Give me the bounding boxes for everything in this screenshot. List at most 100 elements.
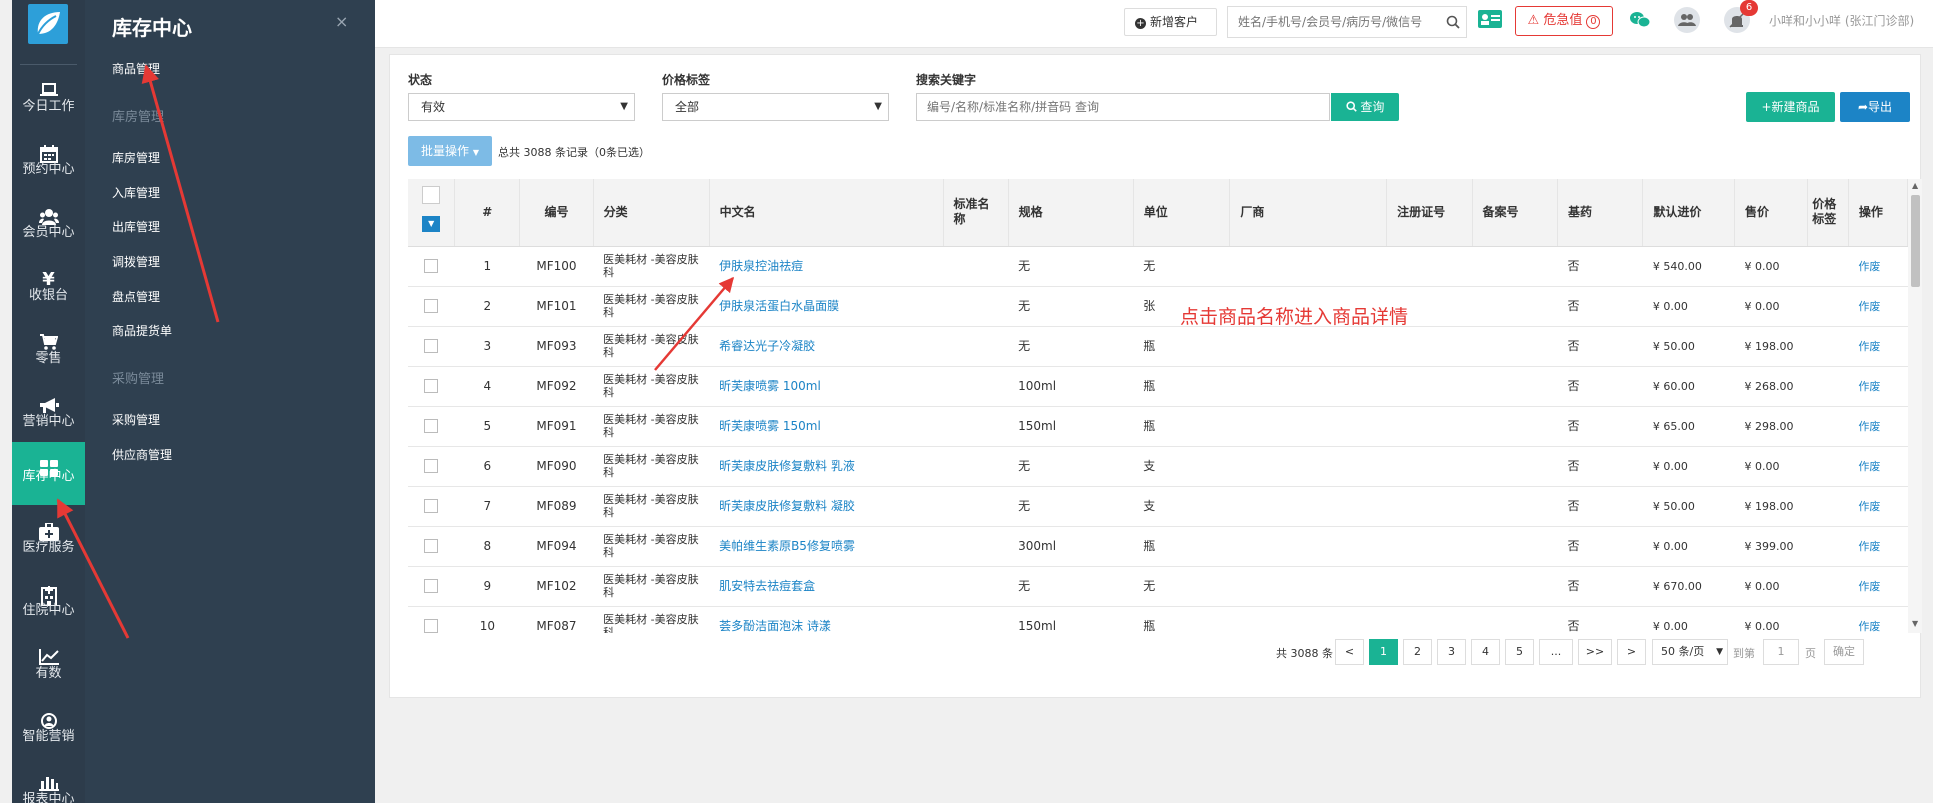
void-link[interactable]: 作废 xyxy=(1848,406,1908,447)
table-row[interactable]: 1 MF100 医美耗材 -美容皮肤科 伊肤泉控油祛痘 无无 否 ¥ 540.00 ¥ 0.0… xyxy=(408,246,1908,287)
export-button[interactable]: ➦导出 xyxy=(1840,92,1910,122)
row-checkbox[interactable] xyxy=(424,419,439,433)
product-name-link[interactable]: 希睿达光子冷凝胶 xyxy=(709,326,944,367)
nav-item-today[interactable]: 今日工作 xyxy=(12,72,85,132)
product-name-link[interactable]: 伊肤泉控油祛痘 xyxy=(709,246,944,287)
page-4-button[interactable]: 4 xyxy=(1471,639,1500,665)
wechat-icon[interactable] xyxy=(1629,10,1655,36)
goto-page-input[interactable]: 1 xyxy=(1763,639,1799,665)
row-checkbox-cell[interactable] xyxy=(408,246,455,287)
nav-item-cashier[interactable]: ¥ 收银台 xyxy=(12,261,85,321)
sub-nav-item-products[interactable]: 商品管理 xyxy=(112,60,160,77)
id-card-icon[interactable] xyxy=(1477,8,1505,36)
query-button[interactable]: 查询 xyxy=(1331,93,1399,121)
sub-nav-item-stocktake[interactable]: 盘点管理 xyxy=(112,288,160,305)
row-checkbox-cell[interactable] xyxy=(408,366,455,407)
nav-item-inventory[interactable]: 库存中心 xyxy=(12,442,85,505)
nav-item-retail[interactable]: 零售 xyxy=(12,324,85,384)
sub-nav-item-warehouse[interactable]: 库房管理 xyxy=(112,149,160,166)
void-link[interactable]: 作废 xyxy=(1848,606,1908,633)
select-all-cell[interactable]: ▼ xyxy=(408,179,456,247)
table-row[interactable]: 3 MF093 医美耗材 -美容皮肤科 希睿达光子冷凝胶 无瓶 否 ¥ 50.00 ¥ 198… xyxy=(408,326,1908,367)
staff-switch-icon[interactable] xyxy=(1673,6,1700,33)
page-2-button[interactable]: 2 xyxy=(1403,639,1432,665)
goto-confirm-button[interactable]: 确定 xyxy=(1824,639,1864,665)
product-name-link[interactable]: 昕芙康喷雾 150ml xyxy=(709,406,944,447)
table-row[interactable]: 4 MF092 医美耗材 -美容皮肤科 昕芙康喷雾 100ml 100ml 瓶 否 ¥ 60.… xyxy=(408,366,1908,407)
void-link[interactable]: 作废 xyxy=(1848,486,1908,527)
nav-item-member[interactable]: 会员中心 xyxy=(12,198,85,258)
sub-nav-item-pickup-order[interactable]: 商品提货单 xyxy=(112,322,172,339)
nav-item-smart-marketing[interactable]: 智能营销 xyxy=(12,702,85,762)
row-checkbox-cell[interactable] xyxy=(408,326,455,367)
sub-nav-item-purchase[interactable]: 采购管理 xyxy=(112,411,160,428)
row-checkbox[interactable] xyxy=(424,539,439,553)
row-checkbox-cell[interactable] xyxy=(408,406,455,447)
table-row[interactable]: 9 MF102 医美耗材 -美容皮肤科 肌安特去祛痘套盒 无无 否 ¥ 670.00 ¥ 0.… xyxy=(408,566,1908,607)
scroll-down-icon[interactable]: ▼ xyxy=(1912,619,1918,628)
void-link[interactable]: 作废 xyxy=(1848,446,1908,487)
product-name-link[interactable]: 昕芙康皮肤修复敷料 乳液 xyxy=(709,446,944,487)
product-name-link[interactable]: 伊肤泉活蛋白水晶面膜 xyxy=(709,286,944,327)
page-5-button[interactable]: 5 xyxy=(1505,639,1534,665)
row-checkbox[interactable] xyxy=(424,619,439,633)
void-link[interactable]: 作废 xyxy=(1848,366,1908,407)
row-checkbox-cell[interactable] xyxy=(408,446,455,487)
sub-nav-item-supplier[interactable]: 供应商管理 xyxy=(112,446,172,463)
table-row[interactable]: 8 MF094 医美耗材 -美容皮肤科 美帕维生素原B5修复喷雾 300ml 瓶 否 ¥ 0.… xyxy=(408,526,1908,567)
table-row[interactable]: 7 MF089 医美耗材 -美容皮肤科 昕芙康皮肤修复敷料 凝胶 无支 否 ¥ 50.00 ¥… xyxy=(408,486,1908,527)
row-checkbox-cell[interactable] xyxy=(408,606,455,633)
row-checkbox[interactable] xyxy=(424,299,439,313)
product-name-link[interactable]: 肌安特去祛痘套盒 xyxy=(709,566,944,607)
page-3-button[interactable]: 3 xyxy=(1437,639,1466,665)
row-checkbox-cell[interactable] xyxy=(408,286,455,327)
user-name[interactable]: 小咩和小小咩 (张江门诊部) xyxy=(1769,12,1914,29)
page-prev-button[interactable]: < xyxy=(1335,639,1364,665)
keyword-input[interactable] xyxy=(917,94,1317,120)
status-select[interactable]: 有效 ▼ xyxy=(408,93,635,121)
product-name-link[interactable]: 昕芙康皮肤修复敷料 凝胶 xyxy=(709,486,944,527)
table-scrollbar[interactable]: ▲ ▼ xyxy=(1908,179,1922,633)
table-row[interactable]: 5 MF091 医美耗材 -美容皮肤科 昕芙康喷雾 150ml 150ml 瓶 否 ¥ 65.… xyxy=(408,406,1908,447)
void-link[interactable]: 作废 xyxy=(1848,326,1908,367)
row-checkbox[interactable] xyxy=(424,259,439,273)
row-checkbox-cell[interactable] xyxy=(408,486,455,527)
row-checkbox[interactable] xyxy=(424,339,439,353)
table-row[interactable]: 2 MF101 医美耗材 -美容皮肤科 伊肤泉活蛋白水晶面膜无张否 ¥ 0.00 ¥ 0.… xyxy=(408,286,1908,327)
nav-item-reports[interactable]: 报表中心 xyxy=(12,765,85,803)
sub-nav-item-stock-in[interactable]: 入库管理 xyxy=(112,184,160,201)
product-name-link[interactable]: 美帕维生素原B5修复喷雾 xyxy=(709,526,944,567)
new-product-button[interactable]: +新建商品 xyxy=(1746,92,1835,122)
danger-value-button[interactable]: ⚠ 危急值 0 xyxy=(1515,6,1613,36)
select-all-checkbox[interactable] xyxy=(422,186,441,205)
add-customer-button[interactable]: + 新增客户 xyxy=(1124,8,1217,36)
product-name-link[interactable]: 昕芙康喷雾 100ml xyxy=(709,366,944,407)
table-row[interactable]: 10 MF087 医美耗材 -美容皮肤科 荟多酚洁面泡沫 诗漾 150ml 瓶否 ¥ 0.0… xyxy=(408,606,1908,633)
row-checkbox[interactable] xyxy=(424,379,439,393)
sub-nav-item-transfer[interactable]: 调拨管理 xyxy=(112,253,160,270)
row-checkbox[interactable] xyxy=(424,499,439,513)
search-icon[interactable] xyxy=(1446,15,1460,32)
void-link[interactable]: 作废 xyxy=(1848,246,1908,287)
nav-item-appointment[interactable]: 预约中心 xyxy=(12,135,85,195)
page-1-button[interactable]: 1 xyxy=(1369,639,1398,665)
app-logo[interactable] xyxy=(28,4,68,44)
void-link[interactable]: 作废 xyxy=(1848,286,1908,327)
close-icon[interactable]: × xyxy=(335,12,348,31)
row-checkbox[interactable] xyxy=(424,579,439,593)
page-next-button[interactable]: > xyxy=(1617,639,1646,665)
row-checkbox-cell[interactable] xyxy=(408,526,455,567)
caret-down-icon[interactable]: ▼ xyxy=(422,216,441,233)
row-checkbox[interactable] xyxy=(424,459,439,473)
nav-item-medical[interactable]: 医疗服务 xyxy=(12,513,85,573)
nav-item-inpatient[interactable]: 住院中心 xyxy=(12,576,85,636)
scroll-up-icon[interactable]: ▲ xyxy=(1912,181,1918,190)
nav-item-analytics[interactable]: 有数 xyxy=(12,639,85,699)
page-jump-button[interactable]: >> xyxy=(1578,639,1612,665)
row-checkbox-cell[interactable] xyxy=(408,566,455,607)
scrollbar-thumb[interactable] xyxy=(1911,195,1920,287)
void-link[interactable]: 作废 xyxy=(1848,566,1908,607)
global-search-input[interactable] xyxy=(1228,7,1433,37)
batch-operation-button[interactable]: 批量操作 ▼ xyxy=(408,136,492,166)
sub-nav-item-stock-out[interactable]: 出库管理 xyxy=(112,218,160,235)
